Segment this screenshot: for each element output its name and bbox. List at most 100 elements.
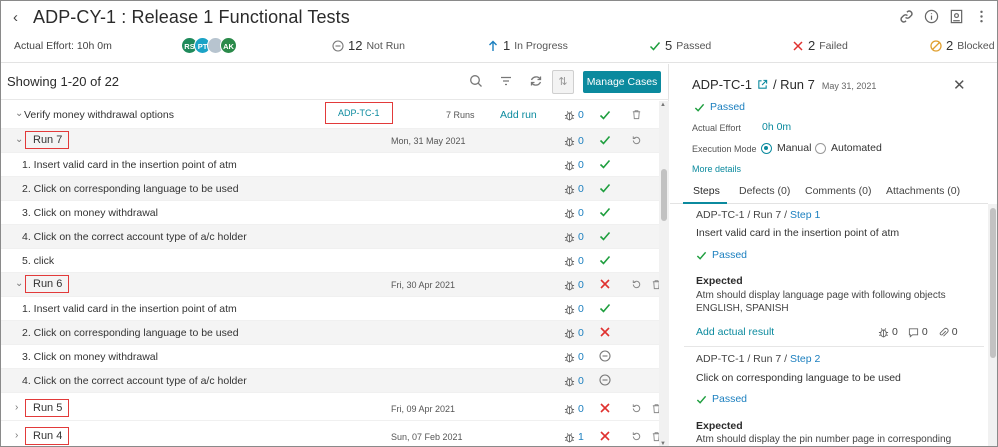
step-attachments[interactable]: 0 bbox=[938, 326, 958, 338]
step-link[interactable]: Step 2 bbox=[790, 353, 820, 365]
mode-automated-radio[interactable]: Automated bbox=[815, 142, 882, 154]
step-row[interactable]: 2. Click on corresponding language to be… bbox=[1, 321, 659, 345]
defect-count[interactable]: 0 bbox=[564, 109, 584, 121]
detail-testcase-id[interactable]: ADP-TC-1 bbox=[692, 77, 752, 92]
chevron-right-icon[interactable]: › bbox=[15, 430, 25, 441]
step-row[interactable]: 4. Click on the correct account type of … bbox=[1, 369, 659, 393]
status-passed-icon[interactable] bbox=[599, 302, 611, 314]
status-not-run-icon[interactable] bbox=[599, 374, 611, 386]
step-row[interactable]: 4. Click on the correct account type of … bbox=[1, 225, 659, 249]
close-icon[interactable]: ✕ bbox=[953, 78, 967, 93]
stat-not-run[interactable]: 12 Not Run bbox=[332, 38, 405, 53]
stat-blocked[interactable]: 2 Blocked bbox=[930, 38, 995, 53]
detail-status[interactable]: Passed bbox=[694, 101, 745, 113]
stat-passed[interactable]: 5 Passed bbox=[649, 38, 711, 53]
showing-count: Showing 1-20 of 22 bbox=[7, 74, 120, 89]
run-date: Mon, 31 May 2021 bbox=[391, 136, 466, 146]
defect-count[interactable]: 0 bbox=[564, 351, 584, 363]
external-link-icon[interactable] bbox=[757, 79, 768, 90]
filter-icon[interactable] bbox=[499, 74, 513, 88]
step-row[interactable]: 3. Click on money withdrawal 0 bbox=[1, 345, 659, 369]
trash-icon[interactable] bbox=[631, 109, 642, 120]
detail-scrollbar[interactable] bbox=[988, 204, 997, 446]
step-status[interactable]: Passed bbox=[696, 249, 747, 261]
chevron-right-icon[interactable]: › bbox=[15, 402, 25, 413]
status-passed-icon[interactable] bbox=[599, 206, 611, 218]
tab-defects[interactable]: Defects (0) bbox=[739, 185, 790, 197]
status-not-run-icon[interactable] bbox=[599, 350, 611, 362]
search-icon[interactable] bbox=[469, 74, 483, 88]
step-row[interactable]: 2. Click on corresponding language to be… bbox=[1, 177, 659, 201]
status-passed-icon[interactable] bbox=[599, 230, 611, 242]
status-passed-icon[interactable] bbox=[599, 254, 611, 266]
defect-count[interactable]: 0 bbox=[564, 279, 584, 291]
defect-count[interactable]: 0 bbox=[564, 135, 584, 147]
effort-value[interactable]: 0h 0m bbox=[762, 121, 791, 133]
rerun-icon[interactable] bbox=[631, 431, 642, 442]
step-link[interactable]: Step 1 bbox=[790, 209, 820, 221]
run-row[interactable]: ⌄ Run 7 Mon, 31 May 2021 0 bbox=[1, 129, 659, 153]
defect-count[interactable]: 0 bbox=[564, 159, 584, 171]
step-comments[interactable]: 0 bbox=[908, 326, 928, 338]
run-row[interactable]: › Run 5 Fri, 09 Apr 2021 0 bbox=[1, 397, 661, 421]
more-vertical-icon[interactable] bbox=[974, 9, 989, 24]
mode-manual-radio[interactable]: Manual bbox=[761, 142, 811, 154]
step-text: 4. Click on the correct account type of … bbox=[22, 375, 247, 387]
scroll-thumb[interactable] bbox=[990, 208, 996, 358]
testcase-id-link[interactable]: ADP-TC-1 bbox=[325, 102, 393, 124]
check-icon bbox=[649, 41, 661, 51]
status-passed-icon[interactable] bbox=[599, 182, 611, 194]
check-icon bbox=[696, 251, 707, 260]
info-icon[interactable] bbox=[924, 9, 939, 24]
stat-in-progress[interactable]: 1 In Progress bbox=[487, 38, 568, 53]
sort-toggle-button[interactable]: ⇅ bbox=[552, 70, 574, 94]
defect-count[interactable]: 1 bbox=[564, 431, 584, 443]
status-passed-icon[interactable] bbox=[599, 158, 611, 170]
run-row[interactable]: ⌄ Run 6 Fri, 30 Apr 2021 0 bbox=[1, 273, 661, 297]
status-failed-icon[interactable] bbox=[599, 326, 611, 338]
back-chevron-icon[interactable]: ‹ bbox=[13, 9, 27, 27]
effort-label: Actual Effort bbox=[692, 123, 741, 133]
step-text: 1. Insert valid card in the insertion po… bbox=[22, 303, 237, 315]
step-defects[interactable]: 0 bbox=[878, 326, 898, 338]
more-details-link[interactable]: More details bbox=[692, 164, 741, 174]
chevron-down-icon[interactable]: ⌄ bbox=[15, 278, 25, 289]
step-row[interactable]: 5. click 0 bbox=[1, 249, 659, 273]
run-row[interactable]: › Run 4 Sun, 07 Feb 2021 1 bbox=[1, 425, 661, 446]
defect-count[interactable]: 0 bbox=[564, 255, 584, 267]
bug-icon bbox=[564, 376, 575, 386]
tab-steps[interactable]: Steps bbox=[693, 185, 720, 197]
defect-count[interactable]: 0 bbox=[564, 207, 584, 219]
list-scrollbar[interactable]: ▲ ▼ bbox=[659, 101, 669, 446]
refresh-icon[interactable] bbox=[529, 74, 543, 88]
stat-failed[interactable]: 2 Failed bbox=[792, 38, 848, 53]
rerun-icon[interactable] bbox=[631, 135, 642, 146]
rerun-icon[interactable] bbox=[631, 403, 642, 414]
report-icon[interactable] bbox=[949, 9, 964, 24]
manage-cases-button[interactable]: Manage Cases bbox=[583, 71, 661, 93]
avatar[interactable]: AK bbox=[220, 37, 237, 54]
defect-count[interactable]: 0 bbox=[564, 403, 584, 415]
defect-count[interactable]: 0 bbox=[564, 375, 584, 387]
tab-comments[interactable]: Comments (0) bbox=[805, 185, 872, 197]
scroll-up-icon[interactable]: ▲ bbox=[660, 102, 666, 108]
step-text: 2. Click on corresponding language to be… bbox=[22, 327, 239, 339]
step-row[interactable]: 1. Insert valid card in the insertion po… bbox=[1, 297, 659, 321]
defect-count[interactable]: 0 bbox=[564, 303, 584, 315]
defect-count[interactable]: 0 bbox=[564, 327, 584, 339]
link-icon[interactable] bbox=[899, 9, 914, 24]
step-row[interactable]: 1. Insert valid card in the insertion po… bbox=[1, 153, 659, 177]
radio-selected-icon bbox=[761, 142, 772, 154]
step-row[interactable]: 3. Click on money withdrawal 0 bbox=[1, 201, 659, 225]
add-actual-result-link[interactable]: Add actual result bbox=[696, 326, 774, 338]
scroll-down-icon[interactable]: ▼ bbox=[660, 441, 666, 446]
scroll-thumb[interactable] bbox=[661, 169, 667, 221]
add-run-link[interactable]: Add run bbox=[500, 109, 537, 121]
rerun-icon[interactable] bbox=[631, 279, 642, 290]
testcase-row[interactable]: ⌄ Verify money withdrawal options ADP-TC… bbox=[1, 101, 659, 129]
defect-count[interactable]: 0 bbox=[564, 183, 584, 195]
tab-attachments[interactable]: Attachments (0) bbox=[886, 185, 960, 197]
defect-count[interactable]: 0 bbox=[564, 231, 584, 243]
step-status[interactable]: Passed bbox=[696, 393, 747, 405]
chevron-down-icon[interactable]: ⌄ bbox=[15, 134, 25, 145]
